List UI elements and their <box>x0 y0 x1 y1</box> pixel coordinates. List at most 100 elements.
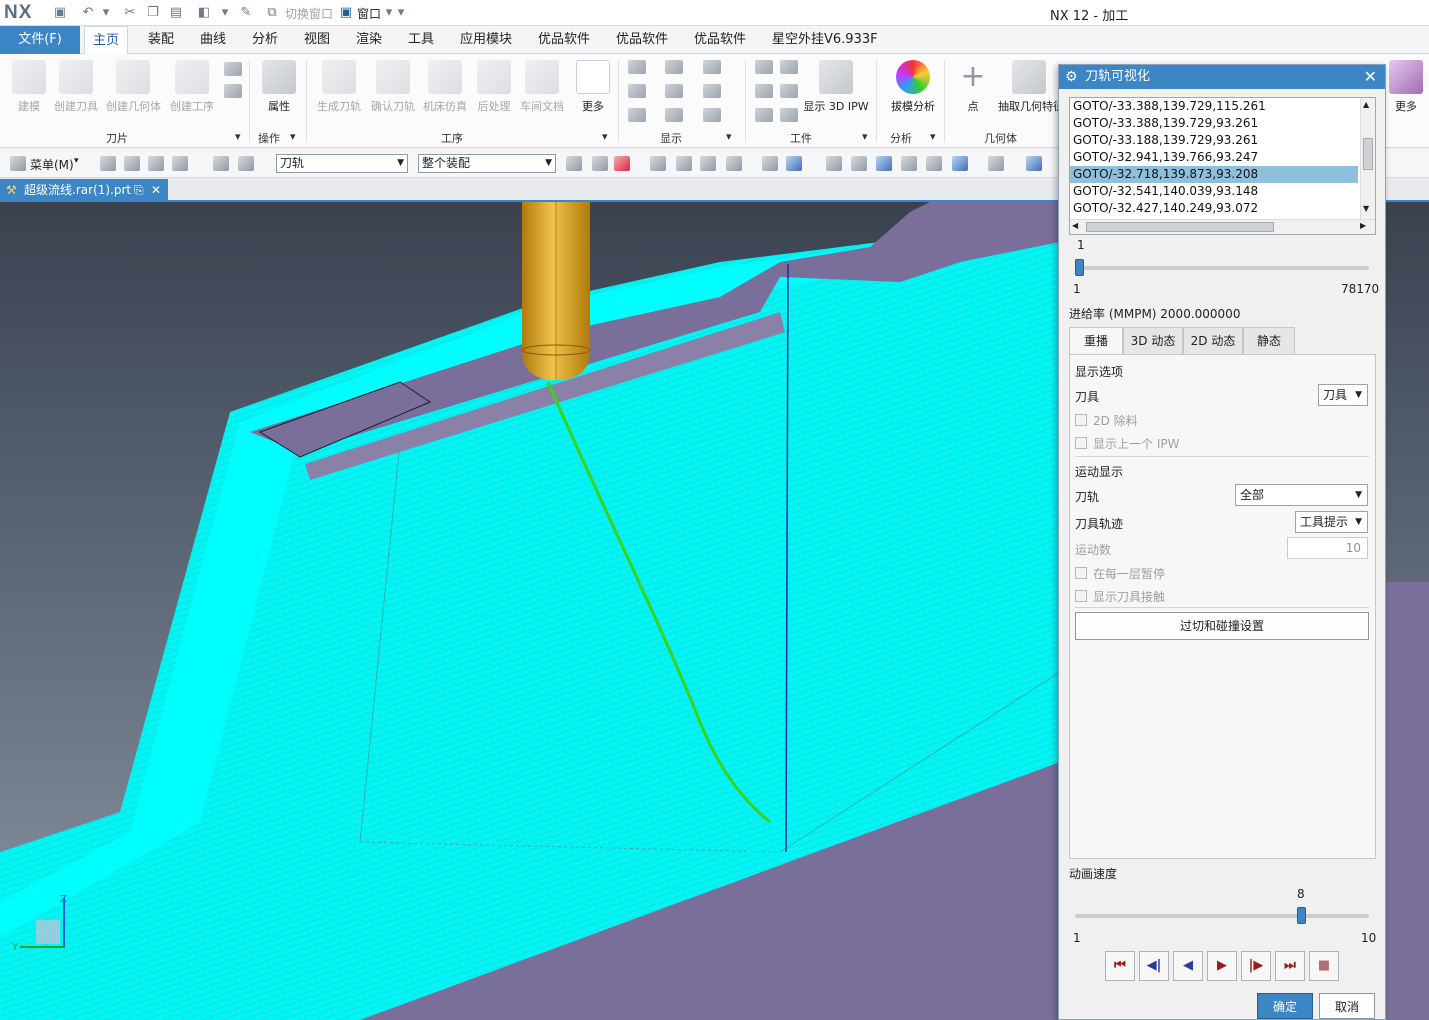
tab-assembly[interactable]: 装配 <box>140 26 182 54</box>
display-small-icon-8[interactable] <box>665 108 683 122</box>
list-horizontal-scrollbar[interactable]: ◀ ▶ <box>1070 219 1375 234</box>
view-icon-8[interactable] <box>988 156 1004 171</box>
create-operation-button[interactable]: 创建工序 <box>165 58 219 132</box>
tab-tools[interactable]: 工具 <box>400 26 442 54</box>
tab-youpin-2[interactable]: 优品软件 <box>608 26 676 54</box>
play-forward-icon[interactable]: ▶ <box>1207 951 1237 981</box>
display-small-icon-4[interactable] <box>628 84 646 98</box>
modeling-button[interactable]: 建模 <box>2 58 56 132</box>
point-button[interactable]: + 点 <box>946 58 1000 132</box>
tab-view[interactable]: 视图 <box>296 26 338 54</box>
undo-dropdown-icon[interactable]: ▾ <box>98 5 114 21</box>
path-display-combo[interactable]: 全部 ▼ <box>1235 484 1368 506</box>
more-button[interactable]: 更多 <box>1384 58 1428 132</box>
select-icon-3[interactable] <box>614 156 630 171</box>
list-vertical-scrollbar[interactable]: ▲ ▼ <box>1360 98 1375 220</box>
scroll-up-icon[interactable]: ▲ <box>1363 100 1369 109</box>
show-tool-contact-checkbox[interactable] <box>1075 590 1087 602</box>
display-small-icon-6[interactable] <box>703 84 721 98</box>
gouge-collision-settings-button[interactable]: 过切和碰撞设置 <box>1075 612 1369 640</box>
properties-button[interactable]: 属性 <box>252 58 306 132</box>
group-operations-dropdown-icon[interactable]: ▾ <box>602 130 608 143</box>
speed-slider-thumb[interactable] <box>1297 907 1307 924</box>
tab-render[interactable]: 渲染 <box>348 26 390 54</box>
menu-icon[interactable] <box>10 156 26 171</box>
edit-object-icon[interactable]: ✎ <box>238 5 254 21</box>
snap-icon-5[interactable] <box>213 156 229 171</box>
group-display-dropdown-icon[interactable]: ▾ <box>726 130 732 143</box>
tab-curve[interactable]: 曲线 <box>192 26 234 54</box>
paste-icon[interactable]: ▤ <box>168 5 184 21</box>
pause-each-layer-checkbox[interactable] <box>1075 567 1087 579</box>
tab-static[interactable]: 静态 <box>1243 327 1295 355</box>
tab-home[interactable]: 主页 <box>84 26 129 55</box>
save-icon[interactable]: ▣ <box>52 5 68 21</box>
snap-icon-6[interactable] <box>238 156 254 171</box>
draft-analysis-button[interactable]: 拔模分析 <box>884 58 942 132</box>
goto-list-item[interactable]: GOTO/-32.427,140.249,93.072 <box>1070 200 1358 217</box>
tab-replay[interactable]: 重播 <box>1069 327 1123 355</box>
tool-display-combo[interactable]: 刀具 ▼ <box>1318 384 1368 406</box>
workpiece-small-icon-2[interactable] <box>780 60 798 74</box>
display-small-icon-1[interactable] <box>628 60 646 74</box>
display-icon[interactable]: ◧ <box>196 5 212 21</box>
select-icon-7[interactable] <box>726 156 742 171</box>
scroll-thumb[interactable] <box>1086 222 1274 232</box>
view-icon-9[interactable] <box>1026 156 1042 171</box>
go-to-start-icon[interactable]: ⏮ <box>1105 951 1135 981</box>
ok-button[interactable]: 确定 <box>1257 993 1313 1019</box>
select-icon-5[interactable] <box>676 156 692 171</box>
display-dropdown-icon[interactable]: ▾ <box>217 5 233 21</box>
create-tool-button[interactable]: 创建刀具 <box>49 58 103 132</box>
close-icon[interactable]: ✕ <box>1364 65 1377 89</box>
display-small-icon-2[interactable] <box>665 60 683 74</box>
scroll-left-icon[interactable]: ◀ <box>1072 221 1078 230</box>
group-workpiece-dropdown-icon[interactable]: ▾ <box>862 130 868 143</box>
select-icon-6[interactable] <box>700 156 716 171</box>
undo-icon[interactable]: ↶ <box>80 5 96 21</box>
workpiece-small-icon-5[interactable] <box>755 108 773 122</box>
type-filter-combo[interactable]: 刀轨 ▼ <box>276 154 408 173</box>
workpiece-small-icon-1[interactable] <box>755 60 773 74</box>
view-icon-3[interactable] <box>826 156 842 171</box>
display-small-icon-7[interactable] <box>628 108 646 122</box>
show-3d-ipw-button[interactable]: 显示 3D IPW <box>803 58 869 132</box>
go-to-end-icon[interactable]: ⏭ <box>1275 951 1305 981</box>
goto-list-item[interactable]: GOTO/-33.188,139.729,93.261 <box>1070 132 1358 149</box>
snap-icon-1[interactable] <box>100 156 116 171</box>
goto-list-item[interactable]: GOTO/-32.541,140.039,93.148 <box>1070 183 1358 200</box>
window-icon[interactable]: ▣ <box>338 5 354 21</box>
close-icon[interactable]: ✕ <box>151 179 161 202</box>
view-icon-2[interactable] <box>786 156 802 171</box>
workpiece-small-icon-6[interactable] <box>780 108 798 122</box>
display-small-icon-9[interactable] <box>703 108 721 122</box>
goto-list-item[interactable]: GOTO/-33.388,139.729,115.261 <box>1070 98 1358 115</box>
view-icon-7[interactable] <box>952 156 968 171</box>
speed-slider-track[interactable] <box>1075 914 1369 918</box>
stop-icon[interactable]: ■ <box>1309 951 1339 981</box>
view-icon-4[interactable] <box>851 156 867 171</box>
view-icon-1[interactable] <box>762 156 778 171</box>
more-operations-button[interactable]: 更多 <box>566 58 620 132</box>
small-tool-icon-2[interactable] <box>224 84 242 98</box>
snap-icon-2[interactable] <box>124 156 140 171</box>
goto-list-item[interactable]: GOTO/-33.388,139.729,93.261 <box>1070 115 1358 132</box>
tab-2d-dynamic[interactable]: 2D 动态 <box>1183 327 1243 355</box>
show-prev-ipw-checkbox[interactable] <box>1075 437 1087 449</box>
scope-filter-combo[interactable]: 整个装配 ▼ <box>418 154 556 173</box>
snap-icon-3[interactable] <box>148 156 164 171</box>
select-icon-4[interactable] <box>650 156 666 171</box>
menu-dropdown-icon[interactable]: ▾ <box>74 156 79 166</box>
motion-count-input[interactable]: 10 <box>1287 537 1368 559</box>
group-insert-dropdown-icon[interactable]: ▾ <box>235 130 241 143</box>
extract-geometry-button[interactable]: 抽取几何特征 <box>998 58 1064 132</box>
view-icon-5[interactable] <box>901 156 917 171</box>
gear-icon[interactable]: ⚙ <box>1065 65 1078 89</box>
goto-listing[interactable]: GOTO/-33.388,139.729,115.261 GOTO/-33.388… <box>1069 97 1376 235</box>
goto-list-item[interactable]: GOTO/-32.941,139.766,93.247 <box>1070 149 1358 166</box>
tool-trace-combo[interactable]: 工具提示 ▼ <box>1295 511 1368 533</box>
customize-dropdown-icon[interactable]: ▾ <box>393 5 409 21</box>
machine-simulation-button[interactable]: 机床仿真 <box>418 58 472 132</box>
postprocess-button[interactable]: 后处理 <box>467 58 521 132</box>
display-small-icon-5[interactable] <box>665 84 683 98</box>
